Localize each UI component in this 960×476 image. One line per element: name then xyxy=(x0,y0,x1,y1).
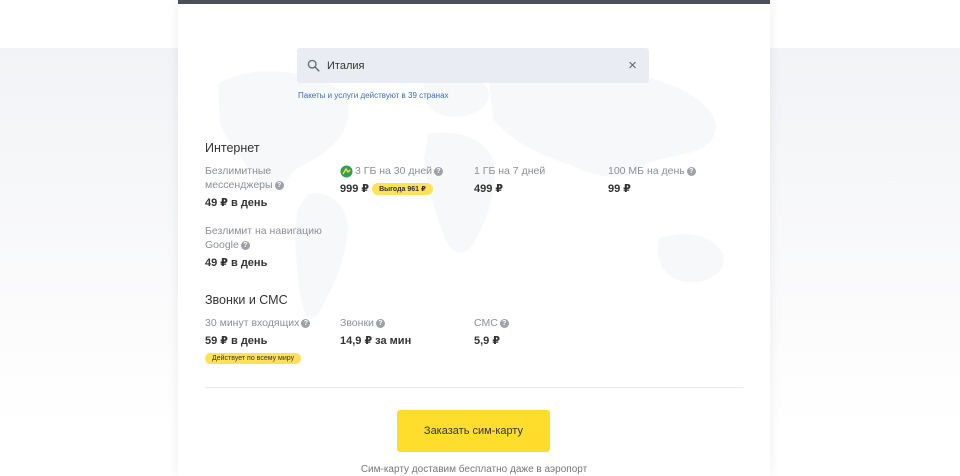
traveler-promo-icon xyxy=(340,165,353,178)
order-sim-card-button[interactable]: Заказать сим-карту xyxy=(397,410,550,452)
option-label: 30 минут входящих xyxy=(205,317,300,329)
search-icon xyxy=(307,59,320,72)
option-sms[interactable]: СМС? 5,9 ₽ xyxy=(474,316,592,347)
option-price: 49 ₽ в день xyxy=(205,197,268,209)
country-search-box: × xyxy=(297,48,649,83)
delivery-footnote: Сим-карту доставим бесплатно даже в аэро… xyxy=(360,464,588,475)
option-price: 59 ₽ в день xyxy=(205,335,268,347)
option-label: Безлимитные мессенджеры xyxy=(205,165,273,191)
option-label: 1 ГБ на 7 дней xyxy=(474,165,546,177)
countries-count-link[interactable]: Пакеты и услуги действуют в 39 странах xyxy=(298,91,449,100)
country-search-input[interactable] xyxy=(327,48,617,83)
option-label: 3 ГБ на 30 дней xyxy=(355,165,433,177)
option-price: 49 ₽ в день xyxy=(205,257,268,269)
option-1gb-7-days[interactable]: 1 ГБ на 7 дней 499 ₽ xyxy=(474,164,592,195)
option-label: 100 МБ на день xyxy=(608,165,685,177)
option-unlimited-messengers[interactable]: Безлимитные мессенджеры? 49 ₽ в день xyxy=(205,164,323,209)
option-label: СМС xyxy=(474,317,498,329)
option-label: Звонки xyxy=(340,317,374,329)
clear-search-icon[interactable]: × xyxy=(625,58,640,73)
option-30-min-incoming[interactable]: 30 минут входящих? 59 ₽ в день Действует… xyxy=(205,316,330,365)
help-icon[interactable]: ? xyxy=(274,180,284,190)
help-icon[interactable]: ? xyxy=(686,166,696,176)
option-3gb-30-days[interactable]: 3 ГБ на 30 дней? 999 ₽ Выгода 961 ₽ xyxy=(340,164,470,196)
calls-sms-section-title: Звонки и СМС xyxy=(205,293,288,307)
option-price: 999 ₽ xyxy=(340,183,370,195)
option-price: 99 ₽ xyxy=(608,183,631,195)
option-100mb-day[interactable]: 100 МБ на день? 99 ₽ xyxy=(608,164,726,195)
help-icon[interactable]: ? xyxy=(240,240,250,250)
option-price: 499 ₽ xyxy=(474,183,504,195)
savings-badge: Выгода 961 ₽ xyxy=(372,183,433,196)
help-icon[interactable]: ? xyxy=(434,166,444,176)
option-calls[interactable]: Звонки? 14,9 ₽ за мин xyxy=(340,316,458,347)
roaming-card: × Пакеты и услуги действуют в 39 странах… xyxy=(178,0,770,476)
help-icon[interactable]: ? xyxy=(499,318,509,328)
option-price: 14,9 ₽ за мин xyxy=(340,335,412,347)
option-label: Безлимит на навигацию Google xyxy=(205,225,322,251)
option-unlimited-google-navigation[interactable]: Безлимит на навигацию Google? 49 ₽ в ден… xyxy=(205,224,330,269)
help-icon[interactable]: ? xyxy=(375,318,385,328)
internet-section-title: Интернет xyxy=(205,141,260,155)
option-price: 5,9 ₽ xyxy=(474,335,501,347)
help-icon[interactable]: ? xyxy=(301,318,311,328)
section-divider xyxy=(205,387,743,388)
worldwide-badge: Действует по всему миру xyxy=(205,353,302,365)
